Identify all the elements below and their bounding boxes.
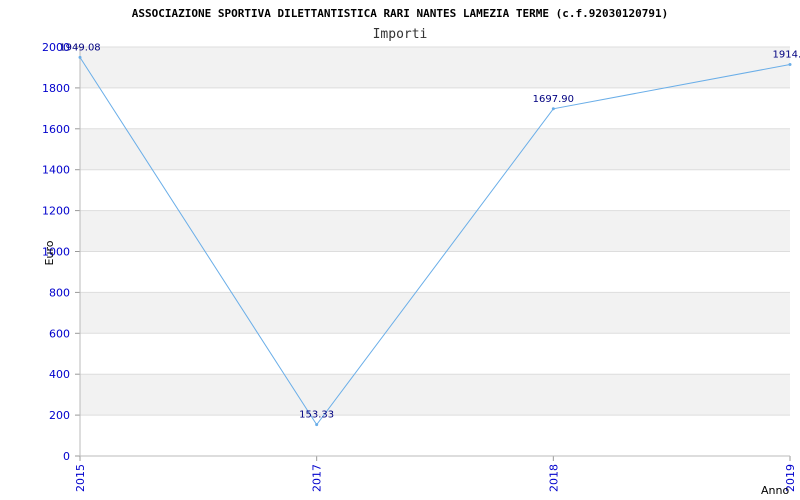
y-tick-label: 800	[49, 286, 70, 299]
chart-title: ASSOCIAZIONE SPORTIVA DILETTANTISTICA RA…	[132, 7, 668, 20]
y-tick-label: 1800	[42, 82, 70, 95]
x-tick-label: 2017	[311, 464, 324, 492]
grid-band	[80, 210, 790, 252]
data-point	[788, 63, 792, 67]
y-tick-label: 1200	[42, 205, 70, 218]
grid-band	[80, 128, 790, 170]
data-point	[78, 55, 82, 59]
y-tick-label: 200	[49, 409, 70, 422]
y-tick-label: 400	[49, 368, 70, 381]
data-point	[315, 423, 319, 427]
plot-background-bands	[80, 47, 790, 416]
x-tick-label: 2015	[74, 464, 87, 492]
x-axis-label: Anno	[761, 484, 789, 497]
y-tick-label: 1600	[42, 123, 70, 136]
grid-band	[80, 47, 790, 88]
y-tick-label: 0	[63, 450, 70, 463]
chart-subtitle: Importi	[373, 27, 428, 42]
y-axis-label: Euro	[43, 240, 56, 265]
data-label: 1914.4	[773, 50, 800, 61]
x-tick-labels: 2015 2017 2018 2019	[74, 464, 797, 492]
data-label: 1949.08	[59, 42, 100, 53]
y-tick-label: 1400	[42, 164, 70, 177]
line-chart: 0200400600800100012001400160018002000 20…	[42, 7, 800, 497]
data-label: 1697.90	[533, 94, 574, 105]
grid-band	[80, 374, 790, 416]
grid-band	[80, 292, 790, 334]
y-tick-label: 600	[49, 327, 70, 340]
data-label: 153.33	[299, 410, 334, 421]
x-tick-label: 2018	[547, 464, 560, 492]
data-point	[551, 107, 555, 111]
